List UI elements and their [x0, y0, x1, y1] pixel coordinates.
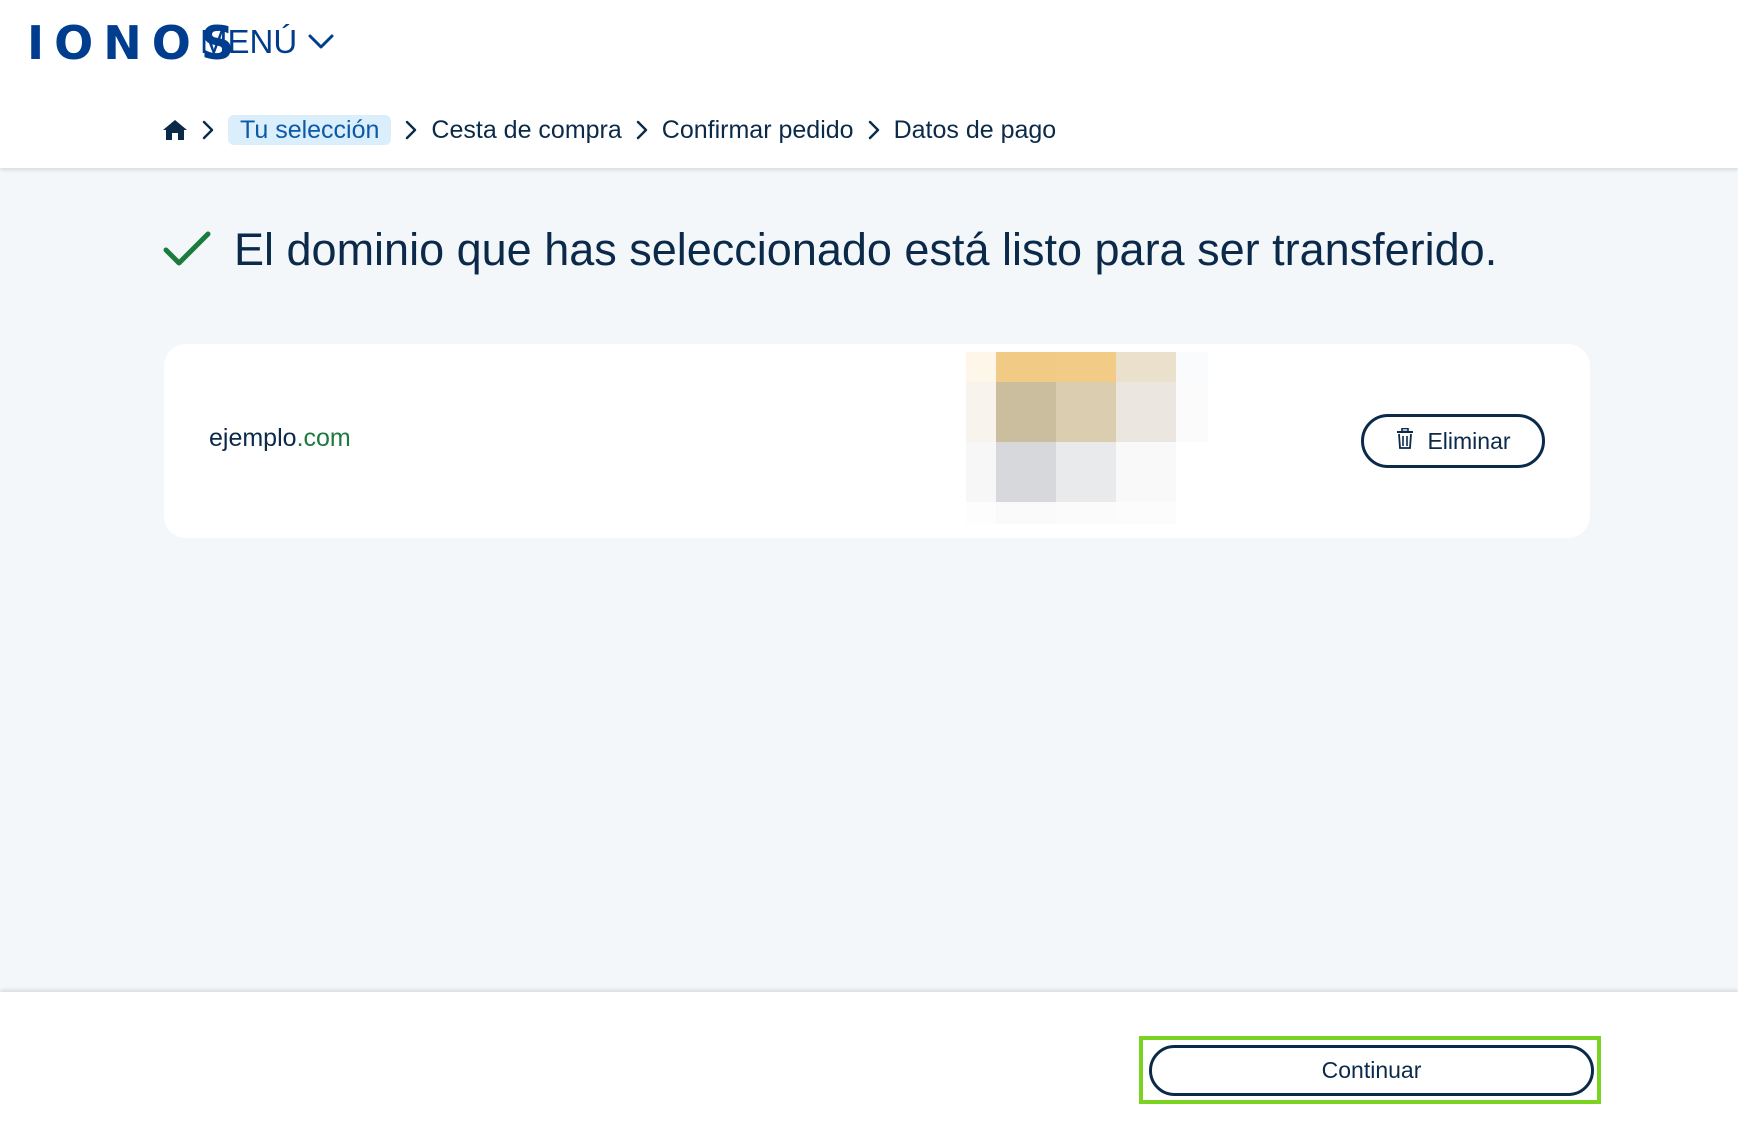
delete-button-label: Eliminar	[1427, 427, 1511, 454]
chevron-right-icon	[868, 120, 880, 140]
continue-button-label: Continuar	[1321, 1057, 1422, 1083]
chevron-right-icon	[202, 120, 214, 140]
menu-button[interactable]: MENÚ	[200, 20, 335, 64]
trash-icon	[1395, 427, 1415, 455]
home-icon[interactable]	[162, 118, 188, 142]
breadcrumb: Tu selección Cesta de compra Confirmar p…	[162, 110, 1056, 150]
domain-name: ejemplo.com	[209, 422, 351, 454]
footer-bar: Continuar	[0, 992, 1738, 1136]
breadcrumb-item-cesta-de-compra[interactable]: Cesta de compra	[431, 115, 621, 145]
breadcrumb-item-tu-seleccion[interactable]: Tu selección	[228, 115, 392, 145]
continue-button[interactable]: Continuar	[1149, 1045, 1594, 1096]
page-heading-row: El dominio que has seleccionado está lis…	[162, 222, 1497, 278]
domain-card: ejemplo.com Eliminar	[164, 344, 1590, 538]
chevron-down-icon	[307, 33, 335, 51]
domain-tld: .com	[296, 424, 351, 452]
domain-sld: ejemplo	[209, 424, 297, 452]
breadcrumb-item-datos-de-pago[interactable]: Datos de pago	[894, 115, 1057, 145]
chevron-right-icon	[405, 120, 417, 140]
continue-button-highlight: Continuar	[1139, 1036, 1601, 1104]
delete-button[interactable]: Eliminar	[1361, 414, 1545, 468]
site-header: IONOS MENÚ Tu selección Cesta de compra …	[0, 0, 1738, 168]
pixelated-image	[966, 352, 1208, 524]
menu-label: MENÚ	[200, 23, 298, 60]
chevron-right-icon	[636, 120, 648, 140]
breadcrumb-item-confirmar-pedido[interactable]: Confirmar pedido	[662, 115, 854, 145]
checkmark-icon	[162, 230, 212, 270]
page-title: El dominio que has seleccionado está lis…	[234, 224, 1498, 275]
